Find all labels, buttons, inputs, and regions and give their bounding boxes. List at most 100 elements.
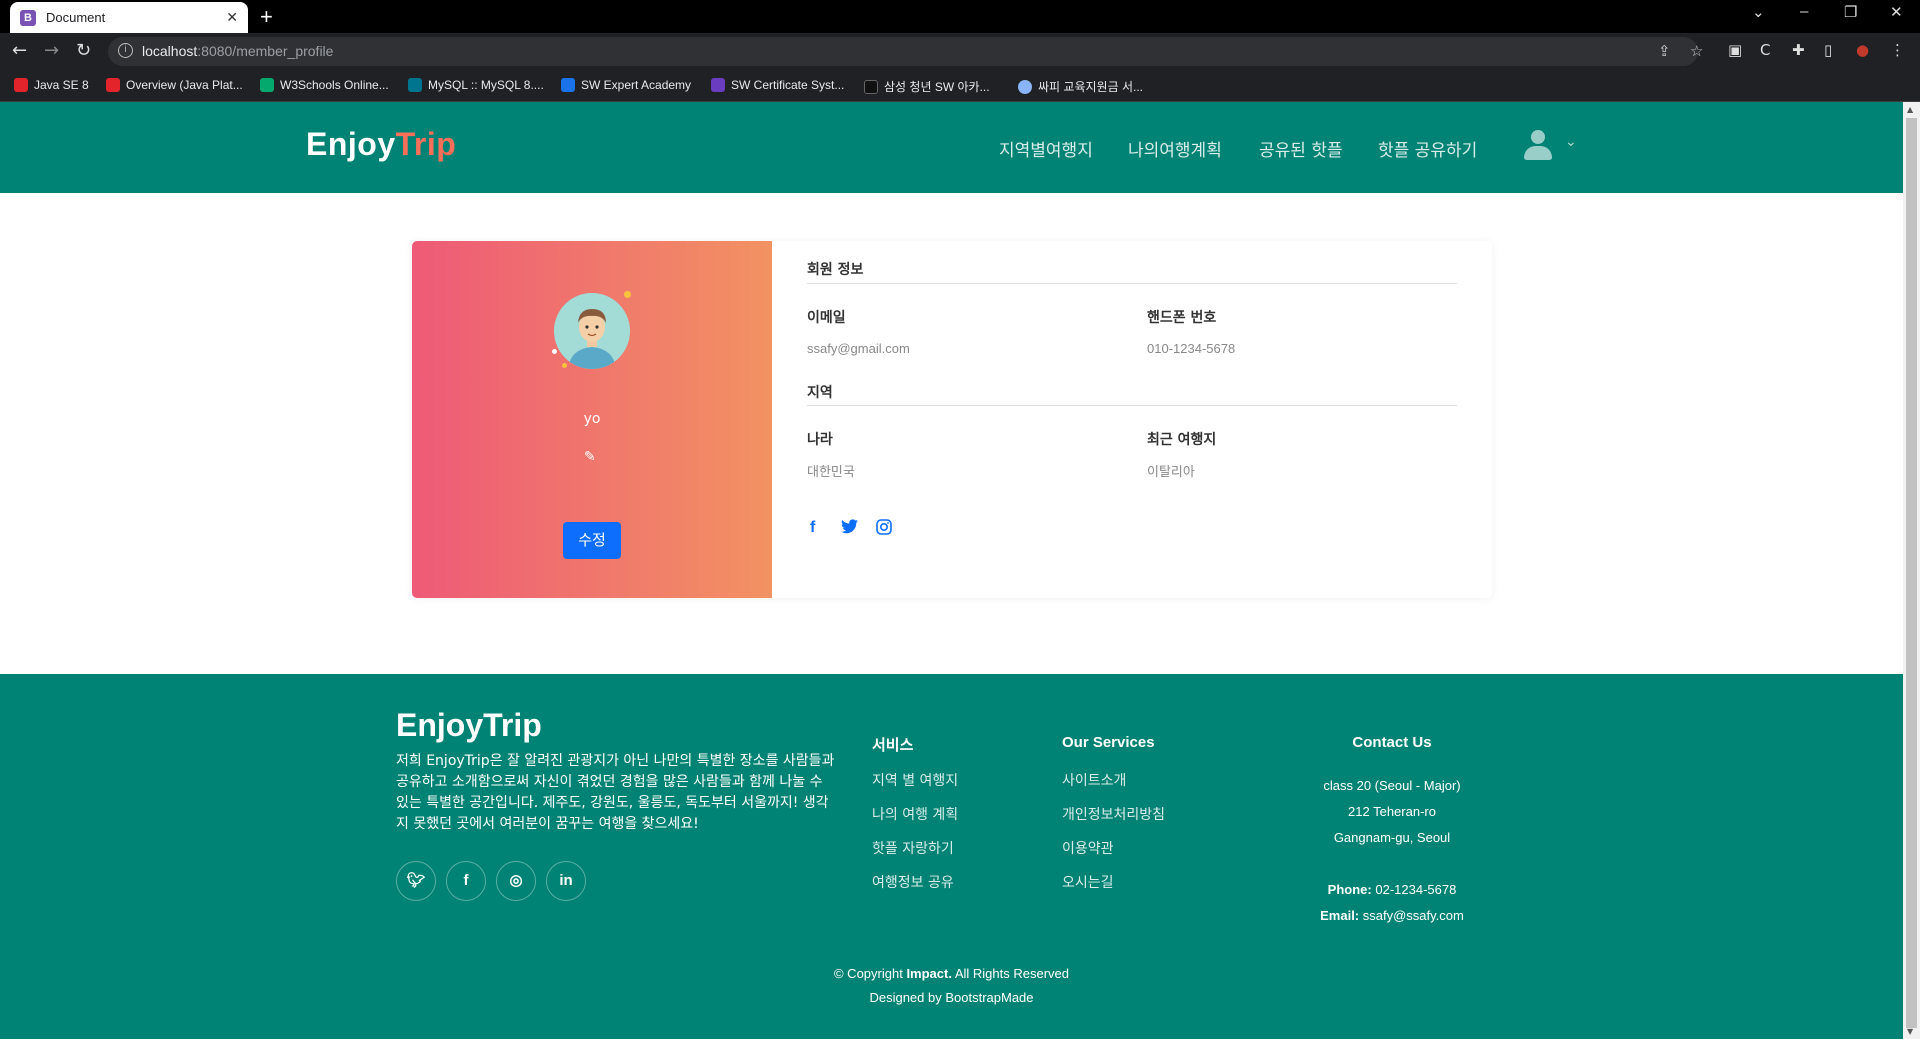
footer-link[interactable]: 개인정보처리방침: [1062, 804, 1165, 824]
bookmark-icon: [1018, 79, 1032, 94]
bookmark-icon: [561, 78, 575, 92]
tab-close-icon[interactable]: ✕: [226, 10, 238, 26]
user-icon-body: [1524, 146, 1552, 160]
bookmark-label: Java SE 8: [34, 78, 89, 92]
footer-link[interactable]: 이용약관: [1062, 838, 1114, 858]
footer-email-label: Email:: [1320, 908, 1360, 923]
nav-my-travel-plan[interactable]: 나의여행계획: [1128, 136, 1222, 161]
reload-icon[interactable]: ↻: [76, 40, 91, 61]
footer-link[interactable]: 오시는길: [1062, 872, 1114, 892]
profile-card: yo ✎ 수정 회원 정보 이메일 ssafy@gmail.com 핸드폰 번호…: [412, 241, 1492, 598]
forward-icon[interactable]: →: [44, 40, 59, 61]
bookmark-label: W3Schools Online...: [280, 78, 389, 92]
bookmark-icon: [106, 78, 120, 92]
bookmark-icon: [14, 78, 28, 92]
bookmark-item[interactable]: MySQL :: MySQL 8....: [408, 78, 544, 92]
bookmark-item[interactable]: SW Certificate Syst...: [711, 78, 844, 92]
scroll-up-icon[interactable]: ▲: [1907, 105, 1913, 114]
bookmark-star-icon[interactable]: ☆: [1690, 42, 1703, 60]
bookmark-label: 싸피 교육지원금 서...: [1038, 80, 1143, 94]
bookmark-item[interactable]: 삼성 청년 SW 아카...: [864, 78, 990, 95]
footer-address-line3: Gangnam-gu, Seoul: [1333, 830, 1451, 845]
bookmark-icon: [408, 78, 422, 92]
footer-our-services-title: Our Services: [1062, 734, 1155, 751]
bookmark-item[interactable]: W3Schools Online...: [260, 78, 389, 92]
footer-copyright: © Copyright Impact. All Rights Reserved: [0, 966, 1903, 981]
footer-link[interactable]: 여행정보 공유: [872, 872, 954, 892]
footer-description: 저희 EnjoyTrip은 잘 알려진 관광지가 아닌 나만의 특별한 장소를 …: [396, 753, 835, 832]
facebook-icon[interactable]: f: [446, 861, 486, 901]
site-footer: EnjoyTrip 저희 EnjoyTrip은 잘 알려진 관광지가 아닌 나만…: [0, 674, 1903, 1039]
share-icon[interactable]: ⇪: [1658, 42, 1671, 60]
user-icon-head: [1531, 130, 1545, 144]
edit-profile-button[interactable]: 수정: [563, 522, 621, 559]
footer-address-line1: class 20 (Seoul - Major): [1323, 778, 1461, 793]
tab-title: Document: [46, 10, 106, 25]
bookmark-label: SW Certificate Syst...: [731, 78, 845, 92]
footer-link[interactable]: 사이트소개: [1062, 770, 1126, 790]
footer-address-line2: 212 Teheran-ro: [1348, 804, 1436, 819]
bookmark-item[interactable]: SW Expert Academy: [561, 78, 691, 92]
nav-regional-destinations[interactable]: 지역별여행지: [999, 136, 1093, 161]
site-info-icon[interactable]: i: [118, 43, 133, 58]
phone-value: 010-1234-5678: [1147, 341, 1236, 356]
instagram-icon[interactable]: ◎: [496, 861, 536, 901]
email-label: 이메일: [807, 310, 846, 326]
bookmark-icon: [711, 78, 725, 92]
recent-destination-label: 최근 여행지: [1147, 432, 1217, 448]
footer-link[interactable]: 나의 여행 계획: [872, 804, 958, 824]
twitter-icon[interactable]: [841, 519, 858, 539]
user-icon[interactable]: [1524, 130, 1552, 164]
site-logo[interactable]: EnjoyTrip: [306, 126, 456, 163]
new-tab-icon[interactable]: +: [260, 4, 273, 30]
footer-phone-label: Phone:: [1327, 882, 1372, 897]
page-viewport: EnjoyTrip 지역별여행지 나의여행계획 공유된 핫플 핫플 공유하기 ⌄: [0, 102, 1903, 1039]
scroll-down-icon[interactable]: ▼: [1907, 1027, 1913, 1036]
restore-icon[interactable]: ❐: [1844, 3, 1857, 21]
phone-label: 핸드폰 번호: [1147, 310, 1217, 326]
bookmark-item[interactable]: Java SE 8: [14, 78, 89, 92]
divider: [807, 283, 1457, 284]
extension-cast-icon[interactable]: ▣: [1728, 41, 1742, 59]
facebook-icon[interactable]: f: [810, 519, 815, 537]
address-bar[interactable]: i localhost:8080/member_profile ⇪ ☆: [108, 37, 1703, 66]
copyright-suffix: All Rights Reserved: [951, 966, 1070, 981]
url-text[interactable]: localhost:8080/member_profile: [142, 43, 333, 59]
footer-logo[interactable]: EnjoyTrip: [396, 707, 542, 744]
chevron-down-icon[interactable]: ⌄: [1565, 134, 1577, 150]
decor-dot: [552, 349, 557, 354]
bookmark-label: 삼성 청년 SW 아카...: [884, 80, 990, 94]
recent-destination-value: 이탈리아: [1147, 464, 1195, 479]
minimize-icon[interactable]: –: [1800, 3, 1808, 20]
site-header: EnjoyTrip 지역별여행지 나의여행계획 공유된 핫플 핫플 공유하기 ⌄: [0, 102, 1903, 193]
browser-tab[interactable]: B Document ✕: [10, 2, 248, 33]
footer-designed-by[interactable]: Designed by BootstrapMade: [0, 990, 1903, 1005]
footer-link[interactable]: 지역 별 여행지: [872, 770, 958, 790]
logo-accent: Trip: [395, 126, 457, 162]
url-path: :8080/member_profile: [197, 43, 334, 59]
nav-share-hotplace[interactable]: 핫플 공유하기: [1378, 136, 1477, 161]
decor-dot: [562, 363, 567, 368]
avatar: [554, 293, 630, 369]
window-close-icon[interactable]: ✕: [1890, 3, 1903, 21]
nav-shared-hotplaces[interactable]: 공유된 핫플: [1259, 136, 1343, 161]
extension-c-icon[interactable]: C: [1760, 41, 1770, 59]
footer-link[interactable]: 핫플 자랑하기: [872, 838, 954, 858]
scroll-thumb[interactable]: [1906, 118, 1917, 1028]
instagram-icon[interactable]: [876, 519, 892, 540]
bookmark-item[interactable]: 싸피 교육지원금 서...: [1018, 78, 1143, 95]
bookmark-item[interactable]: Overview (Java Plat...: [106, 78, 243, 92]
menu-kebab-icon[interactable]: ⋮: [1890, 41, 1905, 59]
side-panel-icon[interactable]: ▯: [1824, 41, 1832, 59]
back-icon[interactable]: ←: [12, 40, 27, 61]
footer-email: Email: ssafy@ssafy.com: [1282, 908, 1502, 923]
profile-avatar-icon[interactable]: ●: [1856, 41, 1869, 59]
footer-services-title: 서비스: [872, 736, 914, 754]
tab-search-icon[interactable]: ⌄: [1752, 3, 1765, 21]
country-value: 대한민국: [807, 464, 855, 479]
edit-icon[interactable]: ✎: [584, 450, 598, 464]
page-scrollbar[interactable]: ▲ ▼: [1903, 102, 1920, 1039]
twitter-icon[interactable]: 🐦︎: [396, 861, 436, 901]
extensions-puzzle-icon[interactable]: ✚: [1792, 41, 1805, 59]
linkedin-icon[interactable]: in: [546, 861, 586, 901]
